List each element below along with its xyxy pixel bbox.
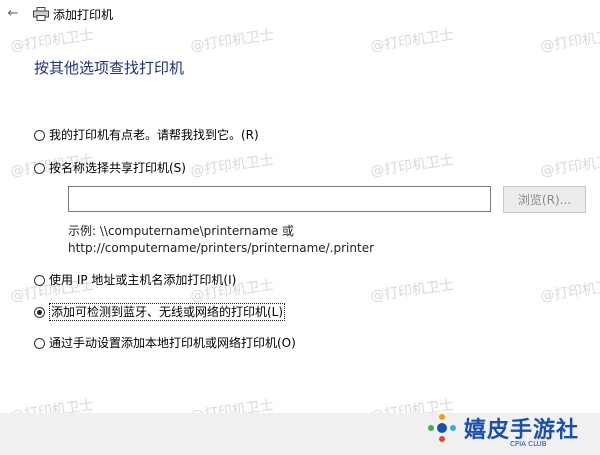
watermark: @打印机卫士 [369, 277, 455, 305]
option-label: 使用 IP 地址或主机名添加打印机(I) [49, 273, 237, 287]
option-label: 通过手动设置添加本地打印机或网络打印机(O) [49, 336, 296, 350]
title-bar: ← 添加打印机 [0, 0, 600, 30]
printer-icon [33, 7, 49, 21]
option-manual-setup[interactable]: 通过手动设置添加本地打印机或网络打印机(O) [34, 335, 296, 351]
example-line-2: http://computername/printers/printername… [68, 241, 375, 255]
radio-button[interactable] [34, 274, 45, 286]
browse-button[interactable]: 浏览(R)... [503, 186, 586, 213]
radio-button[interactable] [34, 129, 45, 141]
watermark: @打印机卫士 [539, 152, 600, 180]
watermark: @打印机卫士 [369, 152, 455, 180]
site-logo: 嬉皮手游社 CPIA CLUB [428, 412, 600, 452]
radio-button[interactable] [34, 337, 45, 349]
gamepad-logo-icon [428, 414, 456, 442]
logo-subtext: CPIA CLUB [510, 440, 547, 448]
page-title: 按其他选项查找打印机 [34, 59, 185, 77]
radio-button-selected[interactable] [34, 306, 45, 318]
option-shared-printer[interactable]: 按名称选择共享打印机(S) [34, 160, 186, 176]
back-arrow-icon[interactable]: ← [4, 5, 22, 23]
option-bluetooth-wireless[interactable]: 添加可检测到蓝牙、无线或网络的打印机(L) [34, 303, 286, 321]
printer-name-input[interactable] [68, 186, 491, 212]
radio-button[interactable] [34, 162, 45, 174]
window-title: 添加打印机 [53, 8, 114, 22]
option-ip-address[interactable]: 使用 IP 地址或主机名添加打印机(I) [34, 272, 236, 288]
option-label: 按名称选择共享打印机(S) [49, 161, 186, 175]
watermark: @打印机卫士 [189, 152, 275, 180]
watermark: @打印机卫士 [539, 277, 600, 305]
option-label: 添加可检测到蓝牙、无线或网络的打印机(L) [49, 303, 286, 321]
option-old-printer[interactable]: 我的打印机有点老。请帮我找到它。(R) [34, 127, 259, 143]
option-label: 我的打印机有点老。请帮我找到它。(R) [49, 128, 259, 142]
example-line-1: 示例: \\computername\printername 或 [68, 224, 294, 238]
